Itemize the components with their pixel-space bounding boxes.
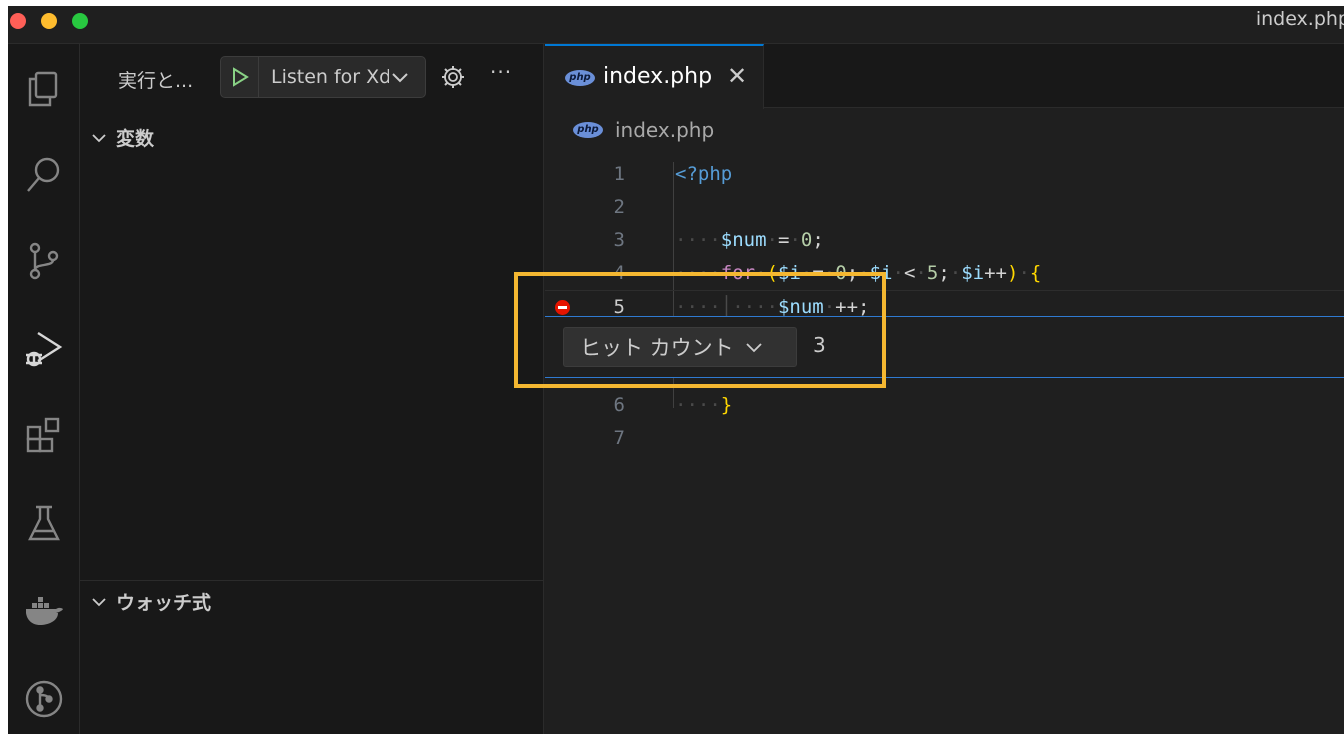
activity-bar bbox=[8, 44, 80, 734]
title-bar: index.php bbox=[8, 6, 1344, 44]
variables-section-header[interactable]: 変数 bbox=[90, 124, 154, 151]
tab-strip: php index.php ✕ bbox=[545, 44, 1344, 109]
more-actions-button[interactable]: ··· bbox=[490, 60, 512, 84]
code-editor[interactable]: 1 <?php 2 3 ····$num·=·0; 4 ····for·($i·… bbox=[545, 148, 1344, 734]
window-title: index.php bbox=[1255, 8, 1344, 30]
breadcrumb[interactable]: php index.php bbox=[573, 118, 714, 142]
code-line[interactable]: 2 bbox=[545, 191, 1344, 224]
php-file-icon: php bbox=[565, 70, 595, 86]
close-icon[interactable]: ✕ bbox=[727, 62, 747, 90]
line-number: 1 bbox=[613, 163, 625, 185]
chevron-down-icon bbox=[92, 133, 106, 142]
chevron-down-icon bbox=[92, 597, 106, 606]
explorer-icon[interactable] bbox=[8, 54, 80, 124]
run-and-debug-title: 実行と... bbox=[118, 70, 194, 92]
start-debugging-button[interactable] bbox=[221, 57, 259, 97]
source-control-icon[interactable] bbox=[8, 226, 80, 296]
line-number: 3 bbox=[613, 229, 625, 251]
php-file-icon: php bbox=[573, 122, 603, 138]
code-line[interactable]: 3 ····$num·=·0; bbox=[545, 224, 1344, 257]
line-number: 6 bbox=[613, 394, 625, 416]
debug-sidebar: 実行と... Listen for Xdebug ··· 変数 ウォッチ式 bbox=[80, 44, 544, 734]
testing-icon[interactable] bbox=[8, 488, 80, 558]
editor-area: php index.php ✕ php index.php 1 <?php 2 … bbox=[545, 44, 1344, 734]
watch-section-label: ウォッチ式 bbox=[116, 592, 212, 614]
line-number: 7 bbox=[613, 427, 625, 449]
play-icon bbox=[232, 67, 249, 87]
chevron-down-icon bbox=[392, 73, 408, 83]
close-window-button[interactable] bbox=[10, 13, 26, 29]
search-icon[interactable] bbox=[8, 140, 80, 210]
tab-index-php[interactable]: php index.php ✕ bbox=[545, 44, 764, 109]
launch-config-label: Listen for Xdebug bbox=[271, 66, 389, 88]
minimize-window-button[interactable] bbox=[41, 13, 57, 29]
docker-icon[interactable] bbox=[8, 576, 80, 646]
line-number: 2 bbox=[613, 196, 625, 218]
git-graph-icon[interactable] bbox=[8, 664, 80, 734]
line-text: ····} bbox=[675, 394, 733, 416]
breadcrumb-file: index.php bbox=[615, 118, 715, 142]
gear-icon[interactable] bbox=[440, 64, 466, 90]
variables-section-label: 変数 bbox=[116, 128, 155, 150]
watch-section-header[interactable]: ウォッチ式 bbox=[90, 588, 211, 615]
line-text: <?php bbox=[675, 163, 733, 185]
line-text: ····$num·=·0; bbox=[675, 229, 824, 251]
code-line[interactable]: 7 bbox=[545, 422, 1344, 455]
tab-label: index.php bbox=[603, 64, 713, 89]
highlight-box bbox=[514, 272, 886, 388]
section-divider bbox=[80, 580, 544, 581]
extensions-icon[interactable] bbox=[8, 400, 80, 470]
run-debug-icon[interactable] bbox=[8, 314, 80, 384]
zoom-window-button[interactable] bbox=[72, 13, 88, 29]
launch-config-dropdown[interactable]: Listen for Xdebug bbox=[220, 56, 426, 98]
code-line[interactable]: 1 <?php bbox=[545, 158, 1344, 191]
code-line[interactable]: 6 ····} bbox=[545, 389, 1344, 422]
